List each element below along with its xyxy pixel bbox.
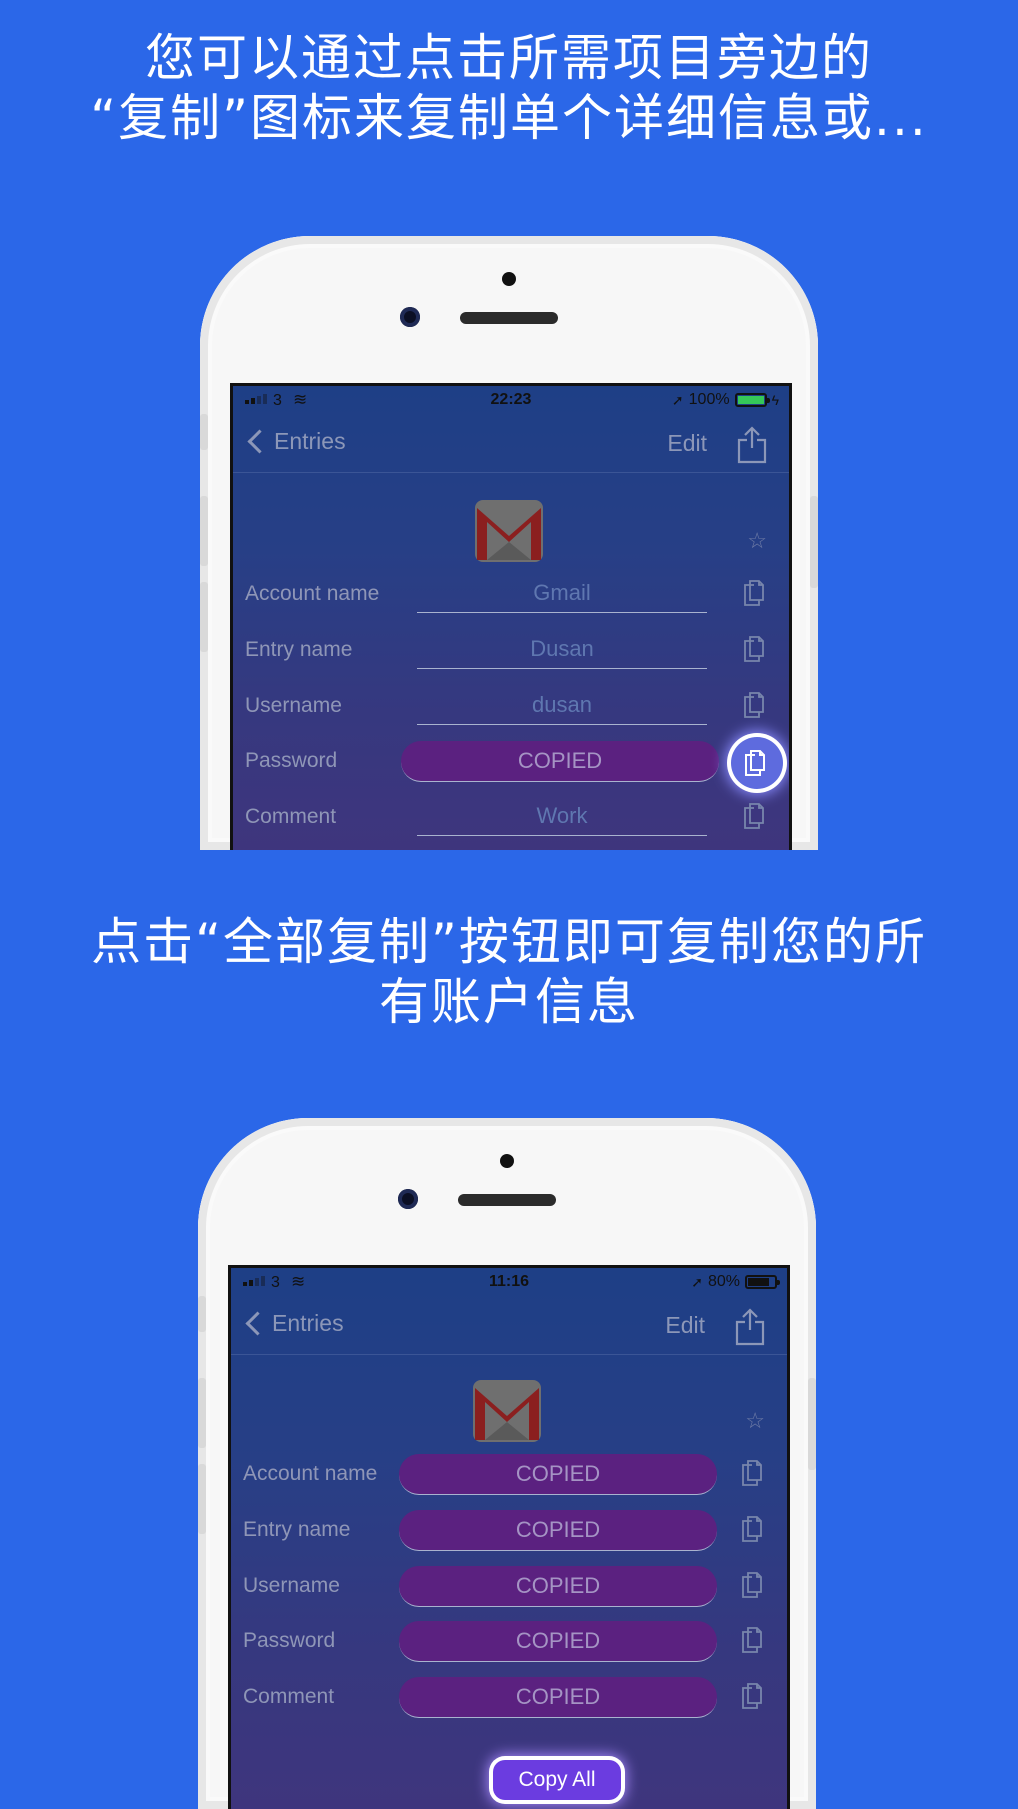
status-bar: 3 ≋ 11:16 ➚ 80% xyxy=(231,1268,787,1298)
phone-frame-2: 3 ≋ 11:16 ➚ 80% Entries Edit ☆ Account n… xyxy=(198,1118,816,1809)
back-button[interactable]: Entries xyxy=(245,428,346,455)
edit-button[interactable]: Edit xyxy=(665,1312,705,1339)
location-icon: ➚ xyxy=(671,391,684,408)
copy-icon[interactable] xyxy=(739,1514,769,1544)
field-row-account-name: Account name Gmail xyxy=(233,566,789,622)
comment-copied-pill[interactable]: COPIED xyxy=(399,1677,717,1718)
battery-icon xyxy=(734,393,770,407)
headline-top-line1: 您可以通过点击所需项目旁边的 xyxy=(145,29,873,87)
headline-middle: 点击“全部复制”按钮即可复制您的所 有账户信息 xyxy=(0,912,1018,1032)
volume-down-button xyxy=(198,1464,206,1534)
field-row-username: Username dusan xyxy=(233,678,789,734)
phone-frame-1: 3 ≋ 22:23 ➚ 100% ϟ Entries Edit ☆ Accoun… xyxy=(200,236,818,850)
favorite-star-icon[interactable]: ☆ xyxy=(745,1408,765,1434)
copy-icon xyxy=(745,750,765,776)
side-button xyxy=(198,1296,206,1332)
field-row-comment: Comment Work xyxy=(233,789,789,845)
copy-all-button[interactable]: Copy All xyxy=(493,1760,621,1800)
back-button-label: Entries xyxy=(272,1310,344,1336)
entry-name-field[interactable]: Dusan xyxy=(417,630,707,669)
headline-top: 您可以通过点击所需项目旁边的 “复制”图标来复制单个详细信息或... xyxy=(0,28,1018,148)
field-row-username: Username COPIED xyxy=(231,1558,787,1614)
copy-icon[interactable] xyxy=(741,801,771,831)
username-field[interactable]: dusan xyxy=(417,686,707,725)
field-row-password: Password COPIED xyxy=(233,733,789,789)
back-button[interactable]: Entries xyxy=(243,1310,344,1337)
copy-icon[interactable] xyxy=(739,1458,769,1488)
chevron-left-icon xyxy=(245,1311,270,1336)
power-button xyxy=(808,1378,816,1470)
front-camera xyxy=(400,307,420,327)
field-row-password: Password COPIED xyxy=(231,1613,787,1669)
field-row-entry-name: Entry name COPIED xyxy=(231,1502,787,1558)
headline-top-line2: “复制”图标来复制单个详细信息或... xyxy=(90,89,928,147)
earpiece-speaker xyxy=(458,1194,556,1206)
username-label: Username xyxy=(245,694,342,717)
volume-down-button xyxy=(200,582,208,652)
gmail-logo-icon xyxy=(473,1380,541,1442)
account-name-label: Account name xyxy=(243,1462,378,1485)
sensor-dot xyxy=(502,272,516,286)
location-icon: ➚ xyxy=(691,1273,703,1290)
copy-icon[interactable] xyxy=(741,634,771,664)
gmail-logo-icon xyxy=(475,500,543,562)
account-name-copied-pill[interactable]: COPIED xyxy=(399,1454,717,1495)
nav-bar: Entries Edit xyxy=(231,1298,787,1355)
password-copied-pill[interactable]: COPIED xyxy=(401,741,719,782)
entry-name-copied-pill[interactable]: COPIED xyxy=(399,1510,717,1551)
comment-label: Comment xyxy=(245,805,337,828)
headline-middle-line1: 点击“全部复制”按钮即可复制您的所 xyxy=(91,913,927,971)
status-bar: 3 ≋ 22:23 ➚ 100% ϟ xyxy=(233,386,789,416)
share-icon[interactable] xyxy=(735,1308,765,1346)
app-screen-2: 3 ≋ 11:16 ➚ 80% Entries Edit ☆ Account n… xyxy=(228,1265,790,1809)
back-button-label: Entries xyxy=(274,428,346,454)
entry-name-label: Entry name xyxy=(245,638,353,661)
field-row-comment: Comment COPIED xyxy=(231,1669,787,1725)
field-row-entry-name: Entry name Dusan xyxy=(233,622,789,678)
copy-icon[interactable] xyxy=(739,1681,769,1711)
username-label: Username xyxy=(243,1574,340,1597)
copy-icon[interactable] xyxy=(741,578,771,608)
volume-up-button xyxy=(200,496,208,566)
comment-label: Comment xyxy=(243,1685,335,1708)
power-button xyxy=(810,496,818,588)
account-name-label: Account name xyxy=(245,582,380,605)
username-copied-pill[interactable]: COPIED xyxy=(399,1566,717,1607)
sensor-dot xyxy=(500,1154,514,1168)
copy-icon[interactable] xyxy=(739,1625,769,1655)
edit-button[interactable]: Edit xyxy=(667,430,707,457)
comment-field[interactable]: Work xyxy=(417,797,707,836)
nav-bar: Entries Edit xyxy=(233,416,789,473)
front-camera xyxy=(398,1189,418,1209)
copy-icon[interactable] xyxy=(741,690,771,720)
battery-percent: 80% xyxy=(707,1273,740,1290)
password-label: Password xyxy=(245,749,338,772)
favorite-star-icon[interactable]: ☆ xyxy=(747,528,767,554)
volume-up-button xyxy=(198,1378,206,1448)
password-label: Password xyxy=(243,1629,336,1652)
battery-icon xyxy=(745,1275,780,1289)
earpiece-speaker xyxy=(460,312,558,324)
copy-button-highlighted[interactable] xyxy=(731,737,783,789)
field-row-account-name: Account name COPIED xyxy=(231,1446,787,1502)
battery-percent: 100% xyxy=(688,391,730,408)
share-icon[interactable] xyxy=(737,426,767,464)
account-name-field[interactable]: Gmail xyxy=(417,574,707,613)
app-screen-1: 3 ≋ 22:23 ➚ 100% ϟ Entries Edit ☆ Accoun… xyxy=(230,383,792,850)
chevron-left-icon xyxy=(247,429,272,454)
password-copied-pill[interactable]: COPIED xyxy=(399,1621,717,1662)
headline-middle-line2: 有账户信息 xyxy=(379,973,639,1031)
side-button xyxy=(200,414,208,450)
copy-icon[interactable] xyxy=(739,1570,769,1600)
charging-icon: ϟ xyxy=(771,392,779,408)
entry-name-label: Entry name xyxy=(243,1518,351,1541)
